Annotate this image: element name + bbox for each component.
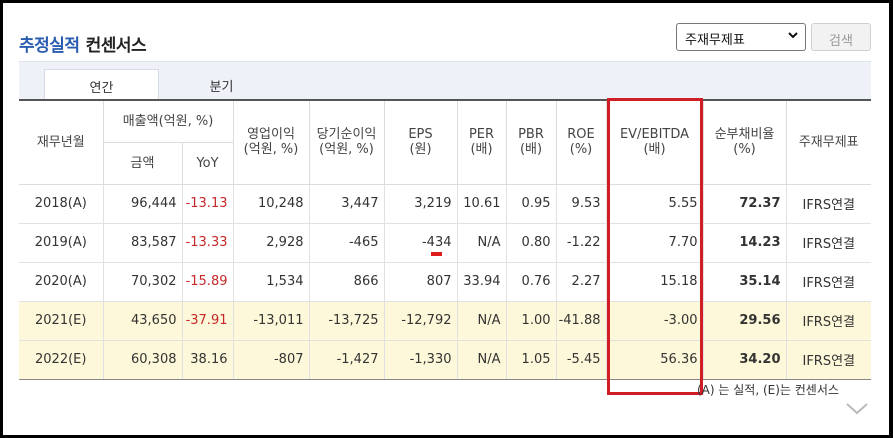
header-sales-group: 매출액(억원, %) <box>102 99 234 143</box>
cell-pbr: 0.95 <box>505 183 557 224</box>
chevron-down-icon <box>788 32 798 39</box>
consensus-panel: 추정실적 컨센서스 주재무제표 검색 연간 분기 재무년월 매출액(억원, %) … <box>3 3 889 435</box>
cell-main-fs: IFRS연결 <box>785 183 871 224</box>
select-value: 주재무제표 <box>685 33 745 48</box>
tab-annual[interactable]: 연간 <box>44 69 159 100</box>
tab-quarterly[interactable]: 분기 <box>164 69 279 100</box>
cell-roe: 9.53 <box>555 183 607 224</box>
cell-period: 2021(E) <box>19 300 104 341</box>
cell-pbr: 0.80 <box>505 222 557 263</box>
cell-eps: -12,792 <box>383 300 458 341</box>
cell-per: N/A <box>456 339 507 380</box>
section-title: 추정실적 컨센서스 <box>19 31 147 56</box>
header-sales-amount: 금액 <box>103 141 183 185</box>
cell-net-income: 866 <box>308 261 385 302</box>
cell-roe: -1.22 <box>555 222 607 263</box>
header-net-debt-ratio: 순부채비율 (%) <box>702 99 787 185</box>
header-roe: ROE (%) <box>555 99 607 185</box>
cell-net-income: 3,447 <box>308 183 385 224</box>
cell-net-income: -1,427 <box>308 339 385 380</box>
cell-main-fs: IFRS연결 <box>785 261 871 302</box>
footnote: (A) 는 실적, (E)는 컨센서스 <box>697 383 839 397</box>
cell-net-debt-ratio: 72.37 <box>702 183 787 224</box>
cell-eps: 807 <box>383 261 458 302</box>
cell-yoy: -13.33 <box>181 222 234 263</box>
header-period: 재무년월 <box>19 99 104 185</box>
cell-eps: 3,219 <box>383 183 458 224</box>
cell-op-income: 2,928 <box>232 222 310 263</box>
cell-net-income: -465 <box>308 222 385 263</box>
cell-yoy: -13.13 <box>181 183 234 224</box>
cell-per: 10.61 <box>456 183 507 224</box>
cell-sales: 60,308 <box>102 339 183 380</box>
header-eps: EPS (원) <box>383 99 458 185</box>
cell-op-income: 10,248 <box>232 183 310 224</box>
financial-statement-select[interactable]: 주재무제표 <box>676 23 806 51</box>
cell-per: N/A <box>456 300 507 341</box>
cell-net-debt-ratio: 14.23 <box>702 222 787 263</box>
cell-per: 33.94 <box>456 261 507 302</box>
cell-roe: 2.27 <box>555 261 607 302</box>
annotation-underline <box>431 252 442 256</box>
cell-net-income: -13,725 <box>308 300 385 341</box>
cell-period: 2019(A) <box>19 222 104 263</box>
header-sales-yoy: YoY <box>181 141 233 185</box>
table-row: 2019(A) 83,587 -13.33 2,928 -465 -434 N/… <box>19 222 871 263</box>
cell-op-income: -13,011 <box>232 300 310 341</box>
cell-roe: -41.88 <box>555 300 607 341</box>
cell-period: 2018(A) <box>19 183 104 224</box>
cell-main-fs: IFRS연결 <box>785 300 871 341</box>
table-row: 2021(E) 43,650 -37.91 -13,011 -13,725 -1… <box>19 300 871 341</box>
header-pbr: PBR (배) <box>505 99 557 185</box>
cell-sales: 83,587 <box>102 222 183 263</box>
cell-period: 2020(A) <box>19 261 104 302</box>
cell-sales: 43,650 <box>102 300 183 341</box>
table-row: 2022(E) 60,308 38.16 -807 -1,427 -1,330 … <box>19 339 871 380</box>
cell-per: N/A <box>456 222 507 263</box>
header-main-fs: 주재무제표 <box>785 99 871 185</box>
cell-eps: -1,330 <box>383 339 458 380</box>
cell-net-debt-ratio: 35.14 <box>702 261 787 302</box>
cell-sales: 70,302 <box>102 261 183 302</box>
cell-net-debt-ratio: 34.20 <box>702 339 787 380</box>
section-title-sub: 컨센서스 <box>85 36 147 56</box>
cell-main-fs: IFRS연결 <box>785 222 871 263</box>
cell-period: 2022(E) <box>19 339 104 380</box>
cell-pbr: 0.76 <box>505 261 557 302</box>
cell-op-income: 1,534 <box>232 261 310 302</box>
header-op-income: 영업이익 (억원, %) <box>232 99 310 185</box>
cell-main-fs: IFRS연결 <box>785 339 871 380</box>
cell-eps: -434 <box>383 222 458 263</box>
chevron-down-icon[interactable] <box>845 402 869 416</box>
header-per: PER (배) <box>456 99 507 185</box>
consensus-table: 재무년월 매출액(억원, %) 영업이익 (억원, %) 당기순이익 (억원, %)… <box>19 99 871 380</box>
tab-bar: 연간 분기 <box>19 61 871 100</box>
cell-op-income: -807 <box>232 339 310 380</box>
ev-ebitda-highlight-box <box>607 98 703 395</box>
cell-sales: 96,444 <box>102 183 183 224</box>
cell-pbr: 1.00 <box>505 300 557 341</box>
search-button[interactable]: 검색 <box>811 23 871 51</box>
cell-yoy: -15.89 <box>181 261 234 302</box>
cell-net-debt-ratio: 29.56 <box>702 300 787 341</box>
cell-roe: -5.45 <box>555 339 607 380</box>
section-title-main: 추정실적 <box>19 36 80 56</box>
cell-yoy: 38.16 <box>181 339 234 380</box>
cell-pbr: 1.05 <box>505 339 557 380</box>
header-net-income: 당기순이익 (억원, %) <box>308 99 385 185</box>
table-row: 2018(A) 96,444 -13.13 10,248 3,447 3,219… <box>19 183 871 224</box>
table-row: 2020(A) 70,302 -15.89 1,534 866 807 33.9… <box>19 261 871 302</box>
cell-yoy: -37.91 <box>181 300 234 341</box>
